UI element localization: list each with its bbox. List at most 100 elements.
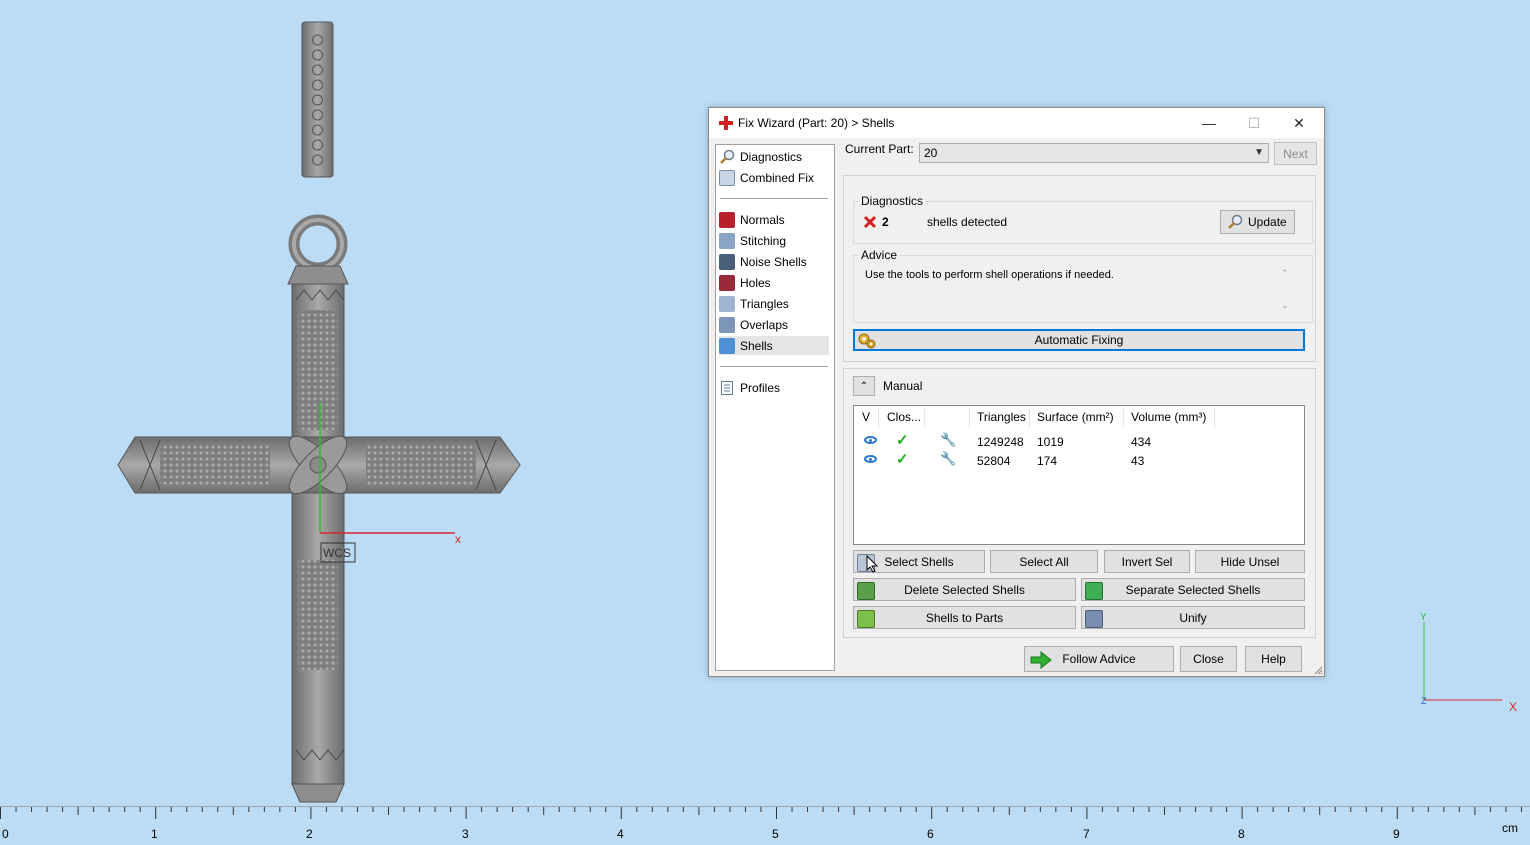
profiles-icon [721,380,733,395]
cell-volume: 434 [1131,435,1152,449]
combined-fix-icon [719,169,735,186]
cell-volume: 43 [1131,454,1145,468]
chevron-down-icon: ▼ [1254,147,1264,158]
nav-item-triangles[interactable]: Triangles [719,294,829,313]
advice-fieldset [853,255,1313,323]
fix-wizard-dialog: Fix Wizard (Part: 20) > Shells — ☐ ✕ Dia… [708,107,1325,677]
resize-grip-icon[interactable] [1313,665,1323,675]
nav-label: Profiles [740,380,781,395]
ruler-label-9: 9 [1393,827,1400,841]
column-header-surface[interactable]: Surface (mm²) [1037,410,1114,424]
magnifier-icon [720,149,735,164]
delete-shells-icon [857,582,875,600]
separate-selected-label: Separate Selected Shells [1125,582,1261,597]
nav-item-combined-fix[interactable]: Combined Fix [719,168,829,187]
shells-table[interactable]: V Clos... Triangles Surface (mm²) Volume… [853,405,1305,545]
close-window-button[interactable]: ✕ [1276,108,1322,138]
ruler-label-4: 4 [617,827,624,841]
overlaps-icon [719,316,735,333]
cell-surface: 1019 [1037,435,1064,449]
column-header-volume[interactable]: Volume (mm³) [1131,410,1206,424]
x-axis-label: x [455,532,461,546]
column-header-closed[interactable]: Clos... [887,410,921,424]
title-bar[interactable]: Fix Wizard (Part: 20) > Shells — ☐ ✕ [709,108,1324,138]
shells-to-parts-button[interactable]: Shells to Parts [853,606,1076,629]
cell-surface: 174 [1037,454,1058,468]
advice-scrollbar[interactable]: ⌃ ⌄ [1279,266,1293,314]
wrench-icon[interactable]: 🔧 [940,432,956,448]
column-divider [924,408,925,428]
automatic-fixing-button[interactable]: Automatic Fixing [853,329,1305,351]
unify-button[interactable]: Unify [1081,606,1305,629]
ruler-label-1: 1 [151,827,158,841]
current-part-select[interactable]: 20 ▼ [919,143,1269,163]
maximize-button[interactable]: ☐ [1231,108,1277,138]
nav-separator [720,198,828,199]
cross-part [117,214,521,803]
hide-unsel-button[interactable]: Hide Unsel [1195,550,1305,573]
ruler-unit: cm [1502,821,1518,835]
table-row[interactable]: ✓ 🔧 1249248 1019 434 [854,431,1304,450]
next-button[interactable]: Next [1274,142,1317,165]
nav-item-shells[interactable]: Shells [719,336,829,355]
nav-label: Normals [740,212,785,227]
nav-item-stitching[interactable]: Stitching [719,231,829,250]
column-divider [1123,408,1124,428]
bail-part [301,21,334,178]
diagnostics-legend: Diagnostics [859,194,926,208]
eye-icon[interactable] [864,436,877,444]
ruler-label-0: 0 [2,827,9,841]
column-header-visible[interactable]: V [862,410,870,424]
close-button[interactable]: Close [1180,646,1237,672]
bottom-ruler: 0 1 2 3 4 5 6 7 8 9 cm [0,806,1530,845]
minimize-button[interactable]: — [1186,108,1232,138]
noise-shells-icon [719,253,735,270]
update-button[interactable]: Update [1220,210,1295,234]
delete-selected-shells-button[interactable]: Delete Selected Shells [853,578,1076,601]
wcs-label: WCS [323,546,351,560]
unify-icon [1085,610,1103,628]
table-row[interactable]: ✓ 🔧 52804 174 43 [854,450,1304,469]
check-icon: ✓ [896,451,909,468]
shells-to-parts-label: Shells to Parts [925,610,1004,625]
nav-item-diagnostics[interactable]: Diagnostics [719,147,829,166]
triangles-icon [719,295,735,312]
follow-advice-button[interactable]: Follow Advice [1024,646,1174,672]
cell-triangles: 1249248 [977,435,1024,449]
column-header-triangles[interactable]: Triangles [977,410,1026,424]
current-part-value: 20 [924,146,938,160]
cell-triangles: 52804 [977,454,1011,468]
normals-icon [719,211,735,228]
shells-icon [719,337,735,354]
advice-legend: Advice [859,248,900,262]
eye-icon[interactable] [864,455,877,463]
update-label: Update [1248,215,1287,229]
ruler-label-7: 7 [1083,827,1090,841]
scroll-down-icon[interactable]: ⌄ [1281,300,1289,311]
nav-label: Noise Shells [740,254,807,269]
check-icon: ✓ [896,432,909,449]
wrench-icon[interactable]: 🔧 [940,451,956,467]
select-shells-label: Select Shells [884,554,954,569]
nav-item-profiles[interactable]: Profiles [719,378,829,397]
help-button[interactable]: Help [1245,646,1302,672]
triad-y-label: Y [1420,612,1427,623]
nav-item-overlaps[interactable]: Overlaps [719,315,829,334]
nav-item-normals[interactable]: Normals [719,210,829,229]
window-title: Fix Wizard (Part: 20) > Shells [738,116,895,130]
error-x-icon [863,215,877,229]
unify-label: Unify [1179,610,1207,625]
nav-item-noise-shells[interactable]: Noise Shells [719,252,829,271]
scroll-up-icon[interactable]: ⌃ [1281,268,1289,279]
separate-selected-shells-button[interactable]: Separate Selected Shells [1081,578,1305,601]
collapse-manual-button[interactable]: ⌃ [853,376,875,396]
triad-z-label: Z [1421,696,1427,706]
wizard-nav: Diagnostics Combined Fix Normals Stitchi… [715,144,835,671]
nav-item-holes[interactable]: Holes [719,273,829,292]
mouse-cursor-icon [866,555,878,573]
nav-label: Combined Fix [740,170,815,185]
ruler-label-8: 8 [1238,827,1245,841]
select-all-button[interactable]: Select All [990,550,1098,573]
ruler-label-3: 3 [462,827,469,841]
invert-sel-button[interactable]: Invert Sel [1104,550,1190,573]
